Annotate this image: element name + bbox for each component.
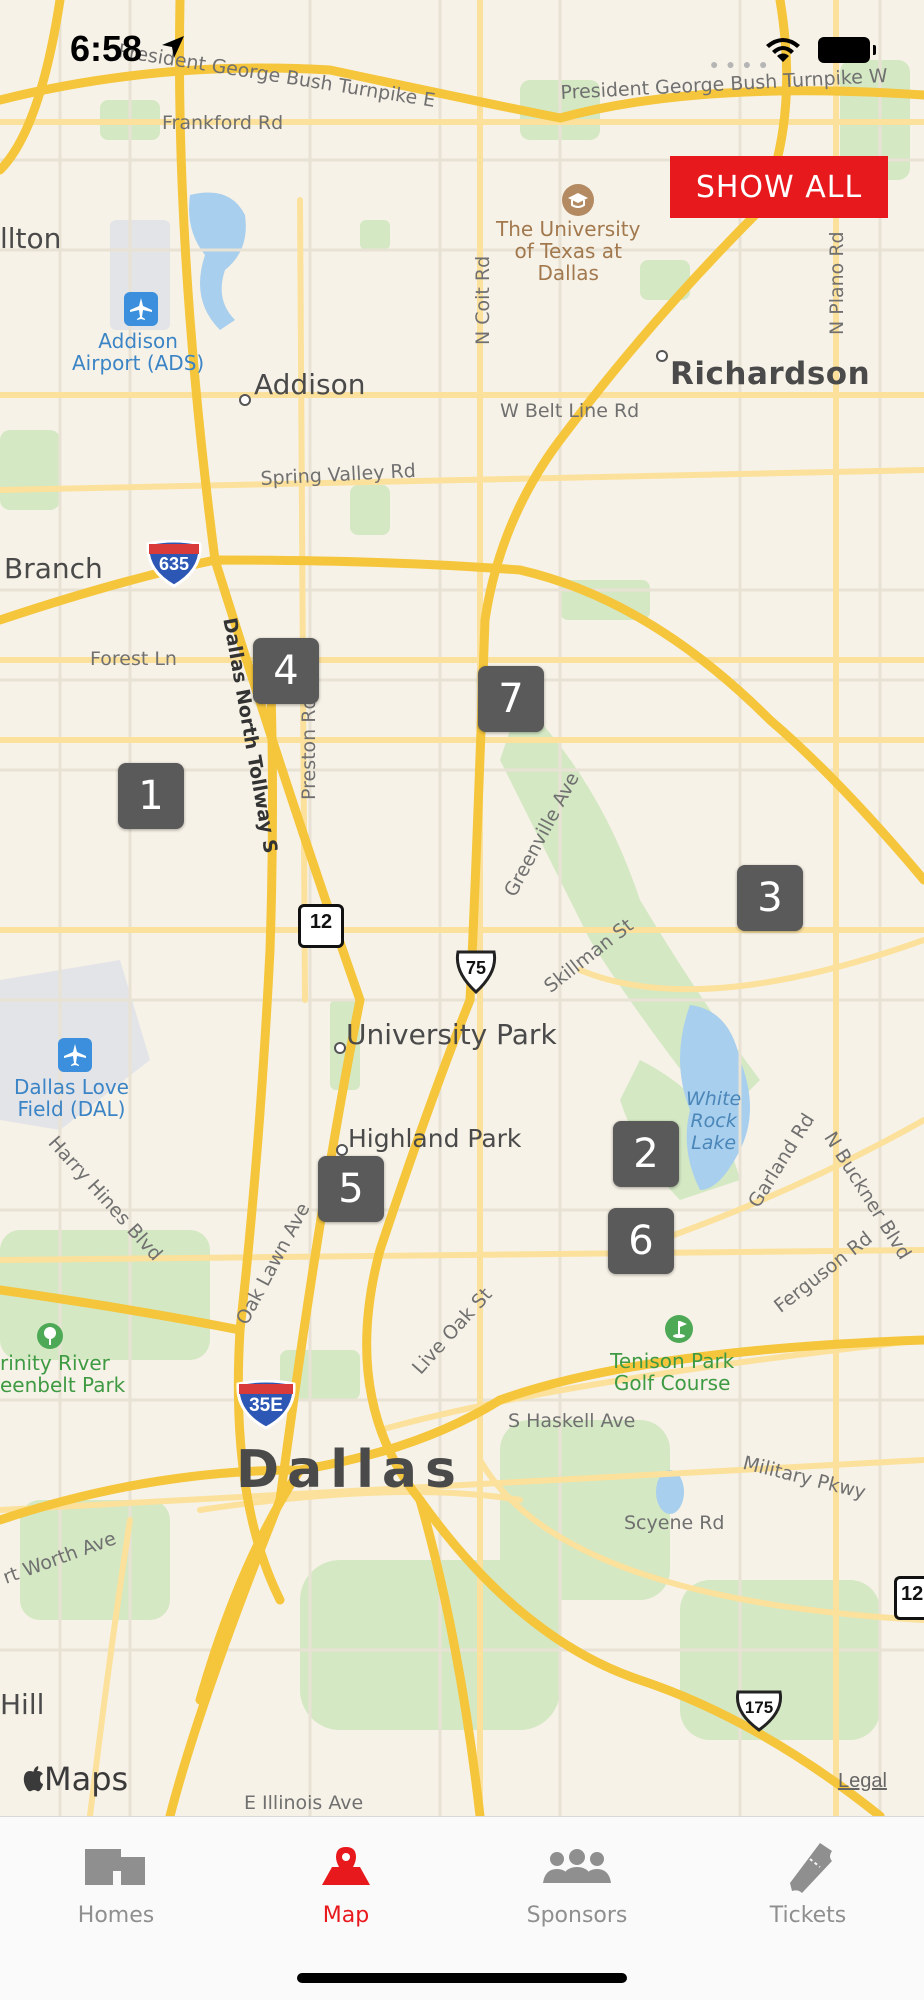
- road-label-n-coit: N Coit Rd: [472, 255, 494, 345]
- shield-sh12-east-number: 12: [901, 1583, 924, 1605]
- place-label-highland-park: Highland Park: [348, 1124, 522, 1153]
- road-label-n-plano: N Plano Rd: [826, 231, 848, 335]
- place-label-university-park: University Park: [346, 1018, 557, 1051]
- ticket-icon: [790, 1843, 832, 1893]
- people-icon: [543, 1849, 611, 1883]
- poi-label-tenison: Tenison Park Golf Course: [610, 1349, 735, 1395]
- shield-sh12-east: 12: [894, 1576, 924, 1620]
- place-dot-richardson: [656, 350, 668, 362]
- maps-attribution-text: Maps: [44, 1760, 129, 1798]
- road-label-preston: Preston Rd: [298, 697, 320, 800]
- shield-i635: 635: [144, 539, 204, 588]
- road-label-scyene: Scyene Rd: [624, 1512, 725, 1534]
- tab-tickets-label: Tickets: [769, 1903, 847, 1928]
- shield-i35e: 35E: [234, 1379, 298, 1430]
- airport-icon: [124, 292, 158, 326]
- show-all-button[interactable]: SHOW ALL: [670, 156, 888, 218]
- tab-sponsors[interactable]: Sponsors: [497, 1839, 657, 1949]
- poi-label-love-field: Dallas Love Field (DAL): [14, 1075, 129, 1121]
- shield-i635-number: 635: [158, 554, 190, 574]
- tab-homes-label: Homes: [77, 1903, 155, 1928]
- poi-label-trinity: rinity River eenbelt Park: [0, 1351, 126, 1397]
- legal-link[interactable]: Legal: [838, 1770, 887, 1793]
- place-dot-highland-park: [336, 1144, 348, 1156]
- map-marker-4[interactable]: 4: [253, 638, 319, 704]
- tab-tickets[interactable]: Tickets: [728, 1839, 888, 1949]
- place-label-dallas: Dallas: [236, 1440, 464, 1500]
- place-label-ilton: llton: [0, 222, 62, 255]
- place-dot-university-park: [334, 1042, 346, 1054]
- map-view[interactable]: President George Bush Turnpike E Preside…: [0, 0, 924, 1816]
- tab-map[interactable]: Map: [266, 1839, 426, 1949]
- park-tree-icon: [37, 1323, 63, 1349]
- shield-sh175: 175: [732, 1688, 786, 1732]
- graduation-cap-icon: [562, 184, 594, 216]
- shield-us75-number: 75: [465, 958, 487, 978]
- map-marker-6[interactable]: 6: [608, 1208, 674, 1274]
- maps-attribution: Maps: [22, 1760, 128, 1798]
- location-arrow-icon: [162, 36, 184, 58]
- tab-homes[interactable]: Homes: [36, 1839, 196, 1949]
- shield-i35e-number: 35E: [249, 1395, 283, 1416]
- shield-sh175-number: 175: [744, 1698, 774, 1717]
- place-label-branch: Branch: [4, 552, 103, 585]
- road-label-s-haskell: S Haskell Ave: [508, 1410, 636, 1432]
- tab-sponsors-label: Sponsors: [526, 1903, 628, 1928]
- road-label-belt-line: W Belt Line Rd: [500, 400, 640, 422]
- tab-map-label: Map: [322, 1903, 370, 1928]
- road-label-forest: Forest Ln: [90, 648, 177, 670]
- poi-label-utd: The University of Texas at Dallas: [496, 217, 641, 285]
- apple-logo-icon: [23, 1766, 43, 1792]
- place-label-hill: Hill: [0, 1688, 45, 1721]
- map-marker-5[interactable]: 5: [318, 1156, 384, 1222]
- poi-label-addison-airport: Addison Airport (ADS): [72, 329, 205, 375]
- airport-icon: [58, 1038, 92, 1072]
- shield-sh12: 12: [298, 904, 344, 948]
- status-time: 6:58: [70, 28, 143, 69]
- water-label-white-rock: White Rock Lake: [686, 1088, 742, 1154]
- status-bar: 6:58 ● ● ● ●: [0, 0, 924, 100]
- road-label-e-illinois: E Illinois Ave: [244, 1792, 364, 1814]
- road-label-frankford: Frankford Rd: [162, 112, 284, 134]
- cellular-signal-icon: ● ● ● ●: [710, 56, 770, 72]
- map-pin-icon: [322, 1847, 370, 1885]
- home-indicator: [297, 1973, 627, 1983]
- map-marker-2[interactable]: 2: [613, 1121, 679, 1187]
- map-marker-1[interactable]: 1: [118, 763, 184, 829]
- house-icon: [85, 1849, 145, 1885]
- map-marker-7[interactable]: 7: [478, 666, 544, 732]
- place-label-addison: Addison: [254, 368, 366, 401]
- place-label-richardson: Richardson: [670, 356, 871, 392]
- shield-us75: 75: [452, 948, 500, 995]
- map-marker-3[interactable]: 3: [737, 865, 803, 931]
- place-dot-addison: [239, 394, 251, 406]
- battery-icon: [818, 37, 876, 63]
- wifi-icon: [766, 38, 800, 62]
- golf-icon: [665, 1315, 693, 1343]
- shield-sh12-number: 12: [309, 911, 333, 933]
